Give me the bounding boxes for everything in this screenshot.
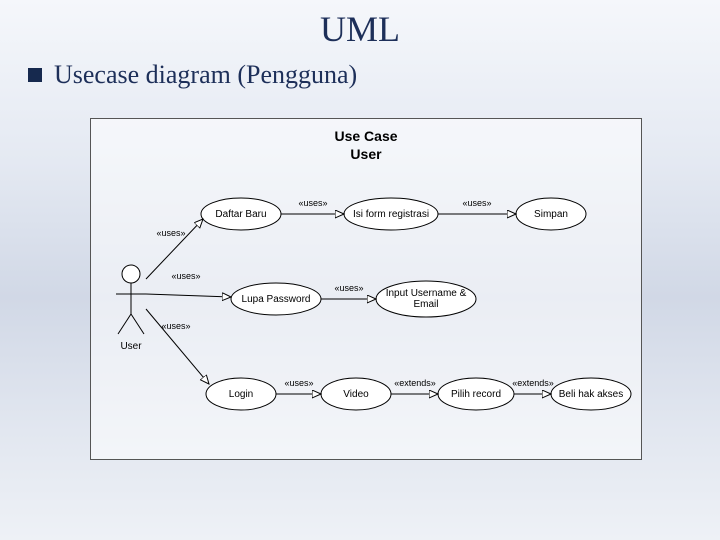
uc-lupa-password-label: Lupa Password	[242, 294, 311, 305]
rel-actor-lupa	[146, 294, 231, 297]
diagram-title-2: User	[350, 146, 382, 162]
diagram-frame: Use Case User User Daftar Baru Isi form …	[90, 118, 642, 460]
uc-input-user-label2: Email	[413, 299, 438, 310]
stereo-extends-1: «extends»	[394, 378, 436, 388]
uc-input-user-label1: Input Username &	[386, 288, 467, 299]
bullet-square-icon	[28, 68, 42, 82]
actor-label: User	[120, 341, 142, 352]
uc-pilih-record-label: Pilih record	[451, 389, 501, 400]
uc-simpan-label: Simpan	[534, 209, 568, 220]
stereo-uses-4: «uses»	[298, 198, 327, 208]
stereo-uses-1: «uses»	[156, 228, 185, 238]
uc-video-label: Video	[343, 389, 369, 400]
uc-beli-hak-akses-label: Beli hak akses	[559, 389, 623, 400]
stereo-extends-2: «extends»	[512, 378, 554, 388]
stereo-uses-2: «uses»	[171, 271, 200, 281]
stereo-uses-3: «uses»	[161, 321, 190, 331]
uc-isi-form-label: Isi form registrasi	[353, 209, 429, 220]
stereo-uses-7: «uses»	[284, 378, 313, 388]
uc-daftar-baru-label: Daftar Baru	[215, 209, 266, 220]
actor-user-icon	[116, 265, 146, 334]
bullet-text: Usecase diagram (Pengguna)	[54, 60, 357, 90]
stereo-uses-5: «uses»	[462, 198, 491, 208]
diagram-title-1: Use Case	[334, 128, 397, 144]
bullet-row: Usecase diagram (Pengguna)	[28, 60, 720, 90]
uc-login-label: Login	[229, 389, 253, 400]
usecase-diagram-svg: Use Case User User Daftar Baru Isi form …	[91, 119, 641, 459]
slide-title: UML	[0, 8, 720, 50]
stereo-uses-6: «uses»	[334, 283, 363, 293]
